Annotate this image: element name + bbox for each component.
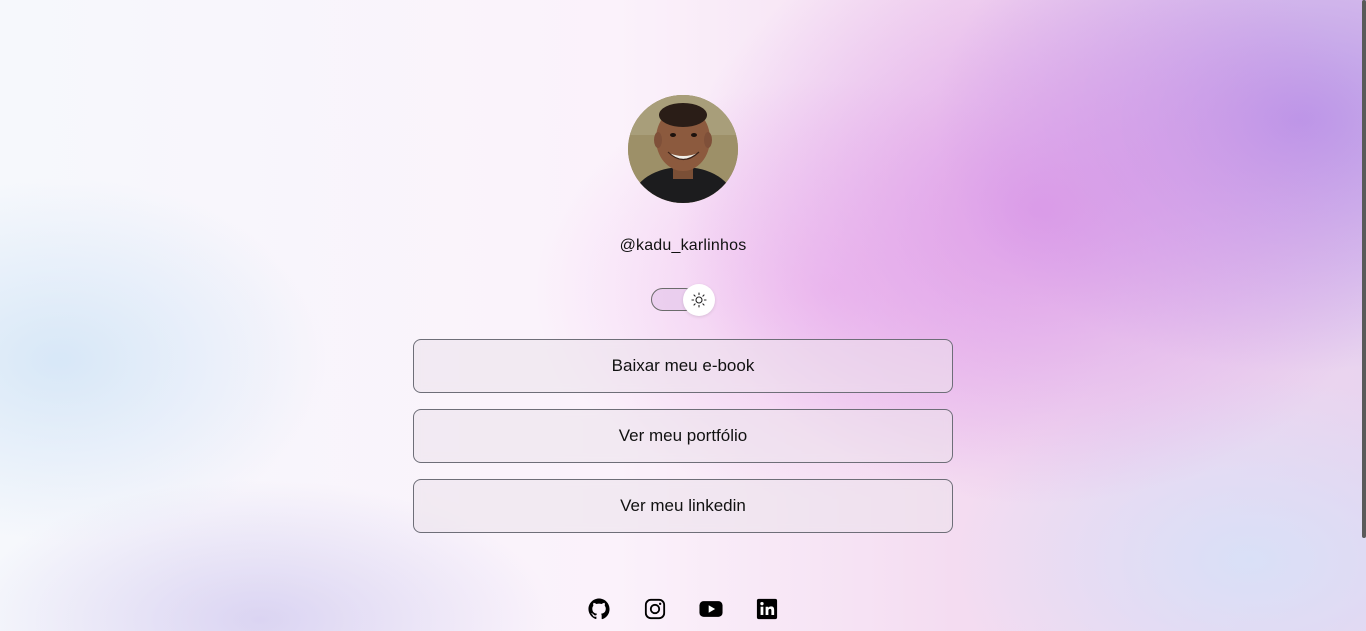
- profile-handle: @kadu_karlinhos: [619, 237, 747, 254]
- scrollbar[interactable]: [1362, 0, 1366, 538]
- linkedin-link-button[interactable]: Ver meu linkedin: [413, 479, 953, 533]
- profile-photo: [628, 95, 738, 203]
- instagram-link[interactable]: [643, 597, 667, 621]
- linkedin-icon: [756, 598, 778, 620]
- toggle-knob[interactable]: [683, 284, 715, 316]
- youtube-link[interactable]: [699, 597, 723, 621]
- github-link[interactable]: [587, 597, 611, 621]
- theme-toggle[interactable]: [651, 284, 715, 316]
- github-icon: [588, 598, 610, 620]
- youtube-icon: [699, 601, 723, 617]
- sun-icon: [691, 292, 707, 308]
- avatar: [628, 95, 738, 203]
- link-list: Baixar meu e-book Ver meu portfólio Ver …: [413, 339, 953, 549]
- linkedin-link[interactable]: [755, 597, 779, 621]
- portfolio-link-button[interactable]: Ver meu portfólio: [413, 409, 953, 463]
- social-links: [0, 597, 1366, 621]
- ebook-link-button[interactable]: Baixar meu e-book: [413, 339, 953, 393]
- instagram-icon: [644, 598, 666, 620]
